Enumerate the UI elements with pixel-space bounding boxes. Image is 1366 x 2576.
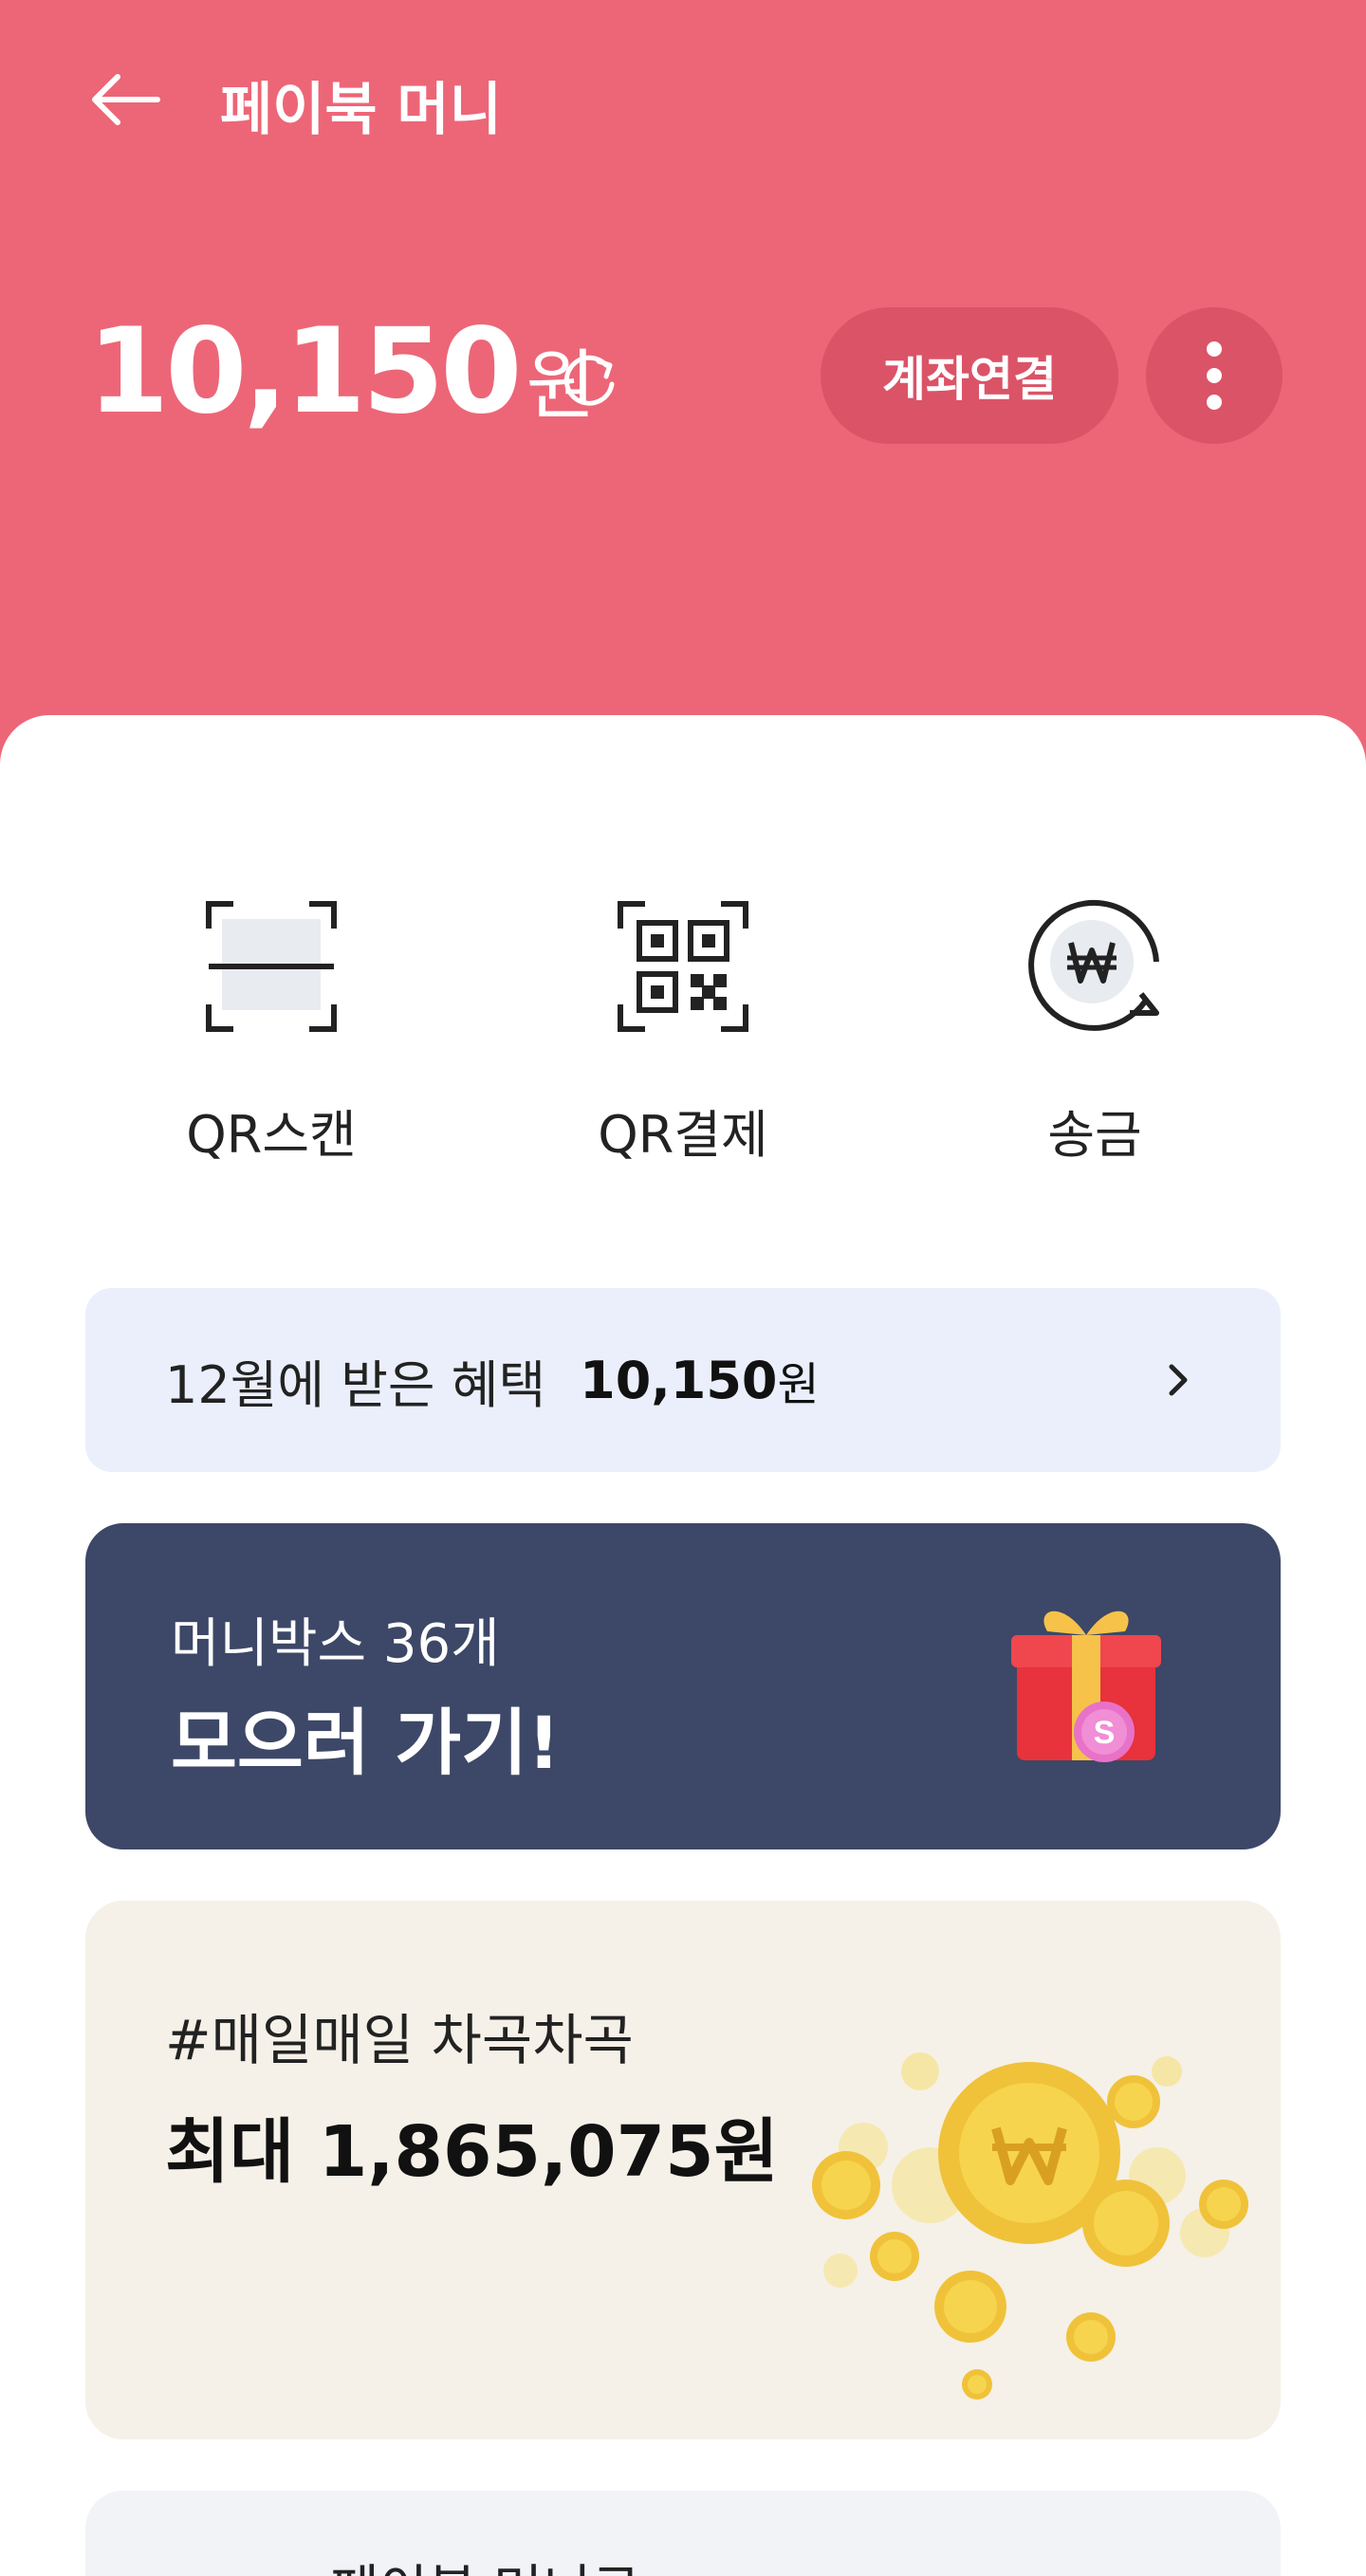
qr-scan-button[interactable]: QR스캔: [129, 895, 414, 1180]
daily-title: 최대 1,865,075원: [165, 2111, 779, 2193]
daily-subtitle: #매일매일 차곡차곡: [165, 2008, 634, 2072]
moneybox-card[interactable]: 머니박스 36개 모으러 가기! S: [85, 1523, 1281, 1849]
monthly-benefit-card[interactable]: 12월에 받은 혜택 10,150 원: [85, 1288, 1281, 1472]
paybook-money-text: 페이북 머니로: [330, 2548, 640, 2576]
qr-code-icon: [618, 901, 748, 1032]
qr-pay-button[interactable]: QR결제: [541, 895, 825, 1180]
page-title: 페이북 머니: [220, 76, 502, 143]
qr-scan-label: QR스캔: [186, 1105, 357, 1165]
benefit-label: 12월에 받은 혜택: [165, 1354, 546, 1415]
gold-coins-icon: [812, 2052, 1248, 2400]
balance: 10,150 원: [87, 304, 596, 446]
gift-box-icon: S: [1011, 1610, 1161, 1762]
header: 페이북 머니 10,150 원 계좌연결: [0, 0, 1366, 778]
qr-pay-label: QR결제: [598, 1105, 768, 1165]
link-account-button[interactable]: 계좌연결: [821, 307, 1118, 444]
won-transfer-icon: [1028, 899, 1159, 1031]
benefit-unit: 원: [777, 1358, 820, 1411]
transfer-button[interactable]: 송금: [952, 895, 1237, 1180]
transfer-label: 송금: [1047, 1105, 1142, 1165]
refresh-button[interactable]: [552, 341, 628, 417]
balance-amount: 10,150: [87, 304, 523, 440]
paybook-money-card[interactable]: 페이북 머니로: [85, 2491, 1281, 2576]
daily-savings-card[interactable]: #매일매일 차곡차곡 최대 1,865,075원: [85, 1901, 1281, 2439]
arrow-left-icon: [92, 74, 160, 125]
chevron-right-icon: [1150, 1352, 1207, 1408]
content-sheet: QR스캔 QR결제 송금 12월에 받은 혜택 10,150 원 머니박스 36…: [0, 715, 1366, 2576]
qr-scan-icon: [206, 901, 337, 1032]
refresh-icon: [563, 355, 615, 406]
more-vertical-icon: [1207, 341, 1222, 410]
moneybox-title: 모으러 가기!: [171, 1701, 561, 1785]
moneybox-subtitle: 머니박스 36개: [171, 1613, 500, 1675]
svg-text:S: S: [1094, 1715, 1116, 1751]
benefit-amount: 10,150: [580, 1350, 778, 1410]
back-button[interactable]: [87, 66, 163, 133]
more-button[interactable]: [1146, 307, 1283, 444]
